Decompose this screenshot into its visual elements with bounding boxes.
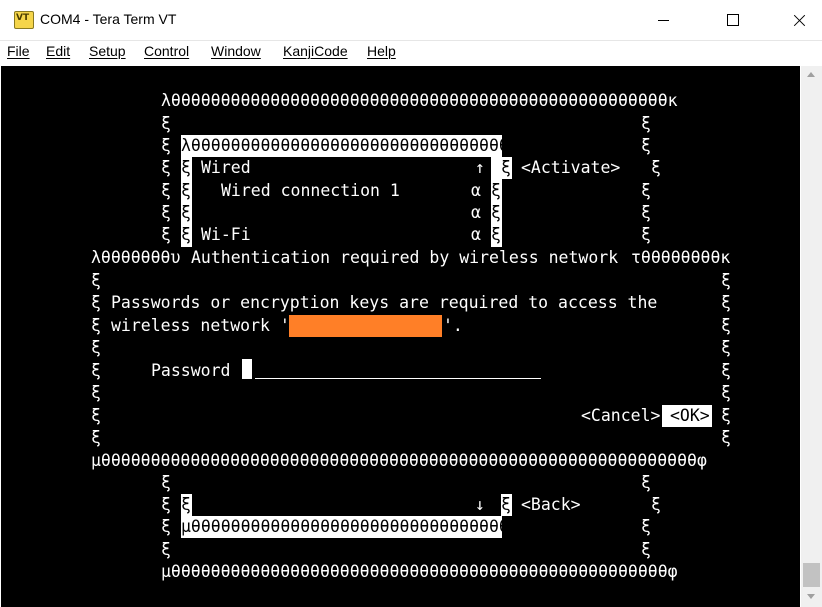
- frame-side: ξ: [161, 136, 171, 155]
- frame-side: ξ: [161, 114, 171, 133]
- frame-side: ξ: [641, 114, 651, 133]
- list-item-wired-connection-1[interactable]: Wired connection 1: [221, 180, 400, 203]
- dialog-side: ξ: [91, 271, 101, 290]
- redacted-network-name: [289, 315, 442, 337]
- list-frame-top: λθθθθθθθθθθθθθθθθθθθθθθθθθθθθθθθθθκ: [181, 136, 529, 155]
- dialog-side: ξ: [91, 338, 101, 357]
- frame-side: ξ: [161, 158, 171, 177]
- cancel-button[interactable]: <Cancel>: [581, 405, 660, 428]
- dialog-message-line-1: Passwords or encryption keys are require…: [111, 293, 658, 312]
- close-button[interactable]: [776, 0, 822, 40]
- dialog-side: ξ: [91, 293, 101, 312]
- scrollbar-thumb[interactable]: [803, 563, 820, 587]
- list-side: ξ: [181, 158, 191, 177]
- frame-side: ξ: [161, 181, 171, 200]
- outer-frame-bottom: μθθθθθθθθθθθθθθθθθθθθθθθθθθθθθθθθθθθθθθθ…: [161, 562, 678, 581]
- frame-side: ξ: [641, 203, 651, 222]
- frame-side: ξ: [641, 225, 651, 244]
- frame-side: ξ: [161, 225, 171, 244]
- dialog-side: ξ: [721, 383, 731, 402]
- scroll-down-icon[interactable]: ↓: [475, 494, 485, 517]
- dialog-side: ξ: [721, 406, 731, 425]
- frame-side: ξ: [651, 158, 661, 177]
- minimize-button[interactable]: [640, 0, 686, 40]
- frame-side: ξ: [161, 495, 171, 514]
- frame-side: ξ: [641, 540, 651, 559]
- dialog-side: ξ: [721, 271, 731, 290]
- scroll-mark: α: [471, 181, 481, 200]
- list-side: ξ: [501, 495, 511, 514]
- outer-frame-top: λθθθθθθθθθθθθθθθθθθθθθθθθθθθθθθθθθθθθθθθ…: [161, 91, 678, 110]
- menu-control[interactable]: Control: [144, 43, 189, 59]
- terminal-screen[interactable]: λθθθθθθθθθθθθθθθθθθθθθθθθθθθθθθθθθθθθθθθ…: [1, 66, 800, 607]
- password-input-cursor[interactable]: [242, 359, 252, 379]
- dialog-message-line-2-suffix: '.: [443, 316, 463, 335]
- dialog-title: Authentication required by wireless netw…: [191, 248, 619, 267]
- menu-setup[interactable]: Setup: [89, 43, 126, 59]
- maximize-button[interactable]: [709, 0, 755, 40]
- scroll-mark: α: [471, 225, 481, 244]
- tera-term-app-icon[interactable]: [14, 11, 34, 29]
- dialog-frame-top-left: λθθθθθθθυ: [91, 248, 181, 267]
- password-input[interactable]: [255, 378, 541, 379]
- frame-side: ξ: [651, 495, 661, 514]
- list-side: ξ: [501, 158, 511, 177]
- list-side: ξ: [491, 181, 501, 200]
- scroll-up-arrow-icon[interactable]: [807, 72, 815, 77]
- frame-side: ξ: [641, 136, 651, 155]
- dialog-frame-top-right: τθθθθθθθθκ: [631, 248, 731, 267]
- menu-edit[interactable]: Edit: [46, 43, 70, 59]
- menu-bar: File Edit Setup Control Window KanjiCode…: [0, 41, 822, 63]
- menu-window[interactable]: Window: [211, 43, 261, 59]
- dialog-side: ξ: [721, 316, 731, 335]
- dialog-side: ξ: [91, 428, 101, 447]
- menu-help[interactable]: Help: [367, 43, 396, 59]
- frame-side: ξ: [641, 517, 651, 536]
- dialog-side: ξ: [721, 338, 731, 357]
- frame-side: ξ: [641, 181, 651, 200]
- dialog-side: ξ: [721, 361, 731, 380]
- title-bar: COM4 - Tera Term VT: [0, 0, 822, 41]
- dialog-side: ξ: [721, 293, 731, 312]
- dialog-side: ξ: [91, 383, 101, 402]
- list-side: ξ: [181, 225, 191, 244]
- list-frame-bottom: μθθθθθθθθθθθθθθθθθθθθθθθθθθθθθθθθθφ: [181, 517, 529, 536]
- dialog-side: ξ: [721, 428, 731, 447]
- list-side: ξ: [181, 495, 191, 514]
- back-button[interactable]: <Back>: [521, 494, 581, 517]
- window-title: COM4 - Tera Term VT: [40, 11, 177, 27]
- menu-file[interactable]: File: [7, 43, 30, 59]
- dialog-frame-bottom: μθθθθθθθθθθθθθθθθθθθθθθθθθθθθθθθθθθθθθθθ…: [91, 451, 707, 470]
- vertical-scrollbar[interactable]: [801, 66, 822, 607]
- list-side: ξ: [491, 203, 501, 222]
- activate-button[interactable]: <Activate>: [521, 157, 620, 180]
- menu-kanjicode[interactable]: KanjiCode: [283, 43, 348, 59]
- list-item-wifi[interactable]: Wi-Fi: [201, 224, 251, 247]
- dialog-side: ξ: [91, 361, 101, 380]
- dialog-side: ξ: [91, 316, 101, 335]
- frame-side: ξ: [161, 473, 171, 492]
- frame-side: ξ: [641, 473, 651, 492]
- scroll-up-icon[interactable]: ↑: [475, 157, 485, 180]
- frame-side: ξ: [161, 203, 171, 222]
- scroll-down-arrow-icon[interactable]: [807, 594, 815, 599]
- frame-side: ξ: [161, 517, 171, 536]
- scroll-mark: α: [471, 203, 481, 222]
- list-side: ξ: [491, 225, 501, 244]
- list-item-wired[interactable]: Wired: [201, 157, 251, 180]
- list-side: ξ: [181, 181, 191, 200]
- list-side: ξ: [181, 203, 191, 222]
- ok-button[interactable]: <OK>: [670, 405, 710, 428]
- dialog-side: ξ: [91, 406, 101, 425]
- frame-side: ξ: [161, 540, 171, 559]
- dialog-message-line-2-prefix: wireless network ': [111, 316, 290, 335]
- password-label: Password: [151, 361, 231, 380]
